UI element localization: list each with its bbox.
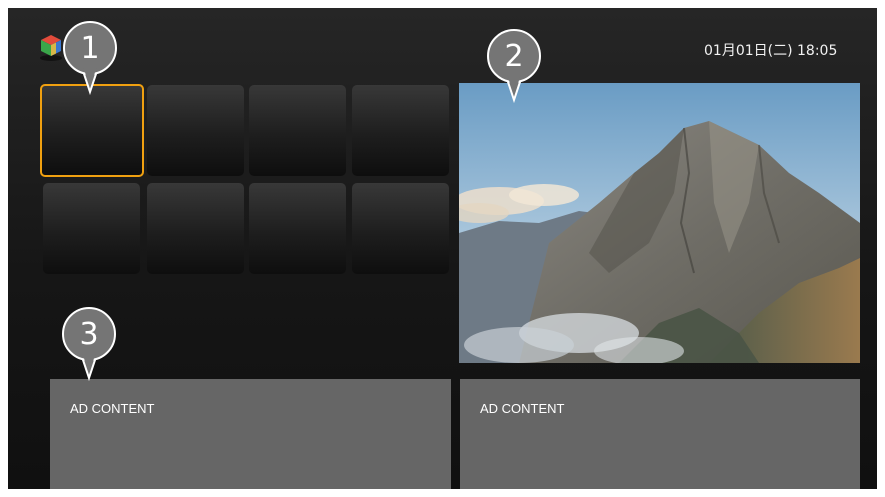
date-time-display: 01月01日(二) 18:05 [704, 43, 838, 59]
callout-number: 2 [504, 38, 524, 74]
callout-marker-2: 2 [486, 28, 552, 108]
app-tile-6[interactable] [147, 183, 244, 274]
tv-home-screen: 01月01日(二) 18:05 AD CONTENT AD CONTENT 1 … [8, 8, 877, 489]
app-tile-2[interactable] [147, 85, 244, 176]
ad-label: AD CONTENT [70, 401, 155, 416]
app-tile-4[interactable] [352, 85, 449, 176]
mountain-landscape-image [459, 83, 860, 363]
app-tile-5[interactable] [43, 183, 140, 274]
ad-content-right[interactable]: AD CONTENT [460, 379, 860, 489]
callout-marker-1: 1 [62, 20, 128, 100]
app-tile-8[interactable] [352, 183, 449, 274]
callout-marker-3: 3 [61, 306, 127, 386]
app-tile-7[interactable] [249, 183, 346, 274]
featured-image[interactable] [459, 83, 860, 363]
ad-content-left[interactable]: AD CONTENT [50, 379, 451, 489]
app-tile-3[interactable] [249, 85, 346, 176]
callout-number: 3 [79, 316, 99, 352]
callout-number: 1 [80, 30, 100, 66]
ad-label: AD CONTENT [480, 401, 565, 416]
